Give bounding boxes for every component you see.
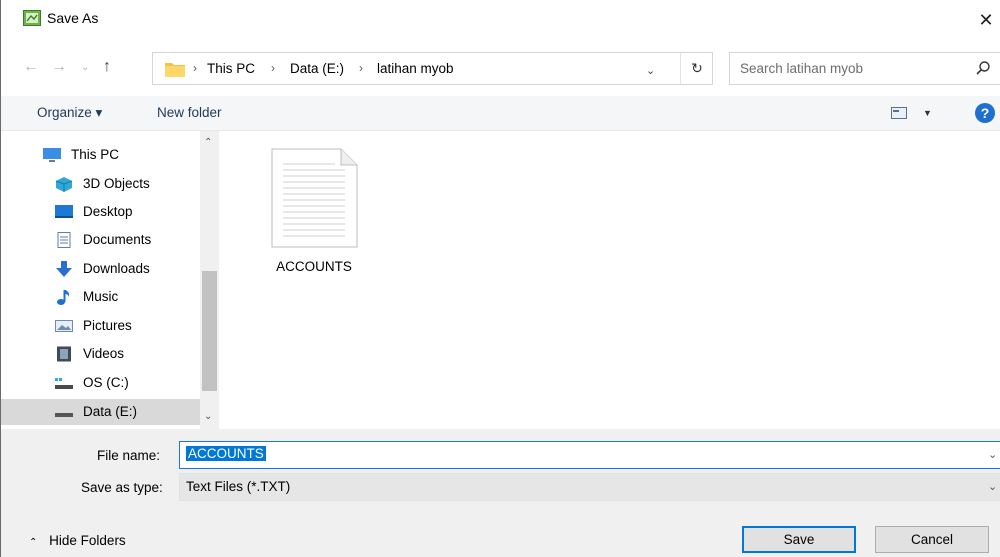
save-options-panel: File name: ACCOUNTS ⌄ Save as type: Text…: [1, 429, 1000, 557]
sidebar-item-downloads[interactable]: Downloads: [1, 256, 201, 282]
file-list: ACCOUNTS: [219, 131, 1000, 429]
sidebar-item-pictures[interactable]: Pictures: [1, 313, 201, 339]
sidebar-item-label: OS (C:): [83, 375, 129, 390]
sidebar-item-data-e[interactable]: Data (E:): [1, 399, 201, 425]
sidebar-item-label: Videos: [83, 346, 125, 361]
chevron-down-icon[interactable]: ⌄: [646, 64, 655, 77]
view-dropdown-icon[interactable]: ▼: [923, 108, 932, 118]
music-icon: [57, 290, 70, 305]
breadcrumb-separator: ›: [359, 61, 363, 75]
sidebar-item-documents[interactable]: Documents: [1, 227, 201, 253]
close-button[interactable]: ✕: [971, 4, 1000, 36]
search-icon[interactable]: [975, 60, 991, 76]
sidebar-item-label: Documents: [83, 232, 152, 247]
save-type-value: Text Files (*.TXT): [186, 479, 291, 494]
window-title: Save As: [47, 10, 99, 26]
file-name-field[interactable]: ACCOUNTS ⌄: [179, 441, 1000, 469]
up-button[interactable]: ↑: [103, 58, 111, 76]
drive-icon: [55, 413, 73, 417]
cancel-button[interactable]: Cancel: [875, 526, 989, 553]
cube-icon: [55, 177, 73, 192]
refresh-button[interactable]: ↻: [680, 53, 713, 84]
navigation-pane-scrollbar[interactable]: ⌃ ⌄: [200, 131, 219, 429]
save-button-label: Save: [783, 532, 815, 547]
sidebar-item-label: Desktop: [83, 204, 133, 219]
scroll-down-icon[interactable]: ⌄: [204, 411, 212, 422]
back-button[interactable]: ←: [23, 58, 39, 76]
command-toolbar: Organize ▾ New folder ▼ ?: [1, 96, 1000, 131]
breadcrumb-data-e[interactable]: Data (E:): [290, 61, 344, 76]
sidebar-item-label: Downloads: [83, 261, 150, 276]
desktop-icon: [55, 205, 73, 218]
hide-folders-button[interactable]: ⌃ Hide Folders: [29, 533, 126, 548]
sidebar-item-os-c[interactable]: OS (C:): [1, 370, 201, 396]
navigation-bar: ← → ⌄ ↑ › This PC › Data (E:) › latihan …: [1, 40, 1000, 96]
breadcrumb-separator: ›: [271, 61, 275, 75]
download-icon: [56, 261, 72, 277]
film-icon: [57, 346, 71, 362]
app-icon: [23, 10, 41, 26]
sidebar-item-3d-objects[interactable]: 3D Objects: [1, 171, 201, 197]
breadcrumb-separator: ›: [193, 61, 197, 75]
refresh-icon: ↻: [691, 60, 703, 76]
drive-icon: [55, 378, 73, 389]
save-as-dialog: Save As ✕ ← → ⌄ ↑ › This PC › Data (E:) …: [0, 0, 1000, 557]
sidebar-item-label: This PC: [71, 147, 120, 162]
file-item[interactable]: ACCOUNTS: [269, 148, 359, 278]
folder-icon: [165, 63, 185, 77]
document-icon: [57, 232, 71, 248]
new-folder-button[interactable]: New folder: [157, 105, 222, 120]
file-name: ACCOUNTS: [276, 259, 352, 274]
chevron-up-icon: ⌃: [29, 537, 38, 548]
sidebar-item-desktop[interactable]: Desktop: [1, 199, 201, 225]
file-name-value[interactable]: ACCOUNTS: [186, 446, 266, 461]
sidebar-item-label: Pictures: [83, 318, 132, 333]
organize-menu[interactable]: Organize ▾: [37, 105, 102, 121]
breadcrumb-this-pc[interactable]: This PC: [207, 61, 255, 76]
cancel-button-label: Cancel: [910, 532, 954, 547]
title-bar: Save As ✕: [1, 0, 1000, 40]
forward-button[interactable]: →: [51, 58, 67, 76]
breadcrumb-latihan-myob[interactable]: latihan myob: [377, 61, 454, 76]
view-options-icon[interactable]: [891, 107, 907, 119]
sidebar-item-this-pc[interactable]: This PC: [1, 142, 201, 168]
search-box[interactable]: Search latihan myob: [729, 52, 1000, 85]
file-name-label: File name:: [97, 448, 161, 463]
navigation-pane: This PC 3D Objects Desktop Documents Dow…: [1, 131, 219, 429]
search-input[interactable]: Search latihan myob: [740, 61, 863, 76]
save-type-label: Save as type:: [81, 480, 163, 495]
scroll-up-icon[interactable]: ⌃: [204, 137, 212, 148]
scrollbar-thumb[interactable]: [202, 271, 217, 391]
text-file-icon: [271, 148, 358, 248]
address-bar[interactable]: › This PC › Data (E:) › latihan myob ⌄ ↻: [152, 52, 713, 85]
sidebar-item-label: Music: [83, 289, 119, 304]
help-icon[interactable]: ?: [975, 103, 995, 123]
save-button[interactable]: Save: [742, 526, 856, 553]
pictures-icon: [55, 320, 73, 332]
sidebar-item-videos[interactable]: Videos: [1, 341, 201, 367]
recent-locations-button[interactable]: ⌄: [81, 62, 89, 73]
chevron-down-icon[interactable]: ⌄: [988, 480, 997, 493]
sidebar-item-music[interactable]: Music: [1, 284, 201, 310]
sidebar-item-label: 3D Objects: [83, 176, 150, 191]
chevron-down-icon[interactable]: ⌄: [988, 448, 997, 461]
sidebar-item-label: Data (E:): [83, 404, 138, 419]
monitor-icon: [43, 148, 61, 162]
hide-folders-label: Hide Folders: [49, 533, 126, 548]
close-icon: ✕: [978, 9, 994, 30]
save-type-select[interactable]: Text Files (*.TXT) ⌄: [179, 473, 1000, 501]
